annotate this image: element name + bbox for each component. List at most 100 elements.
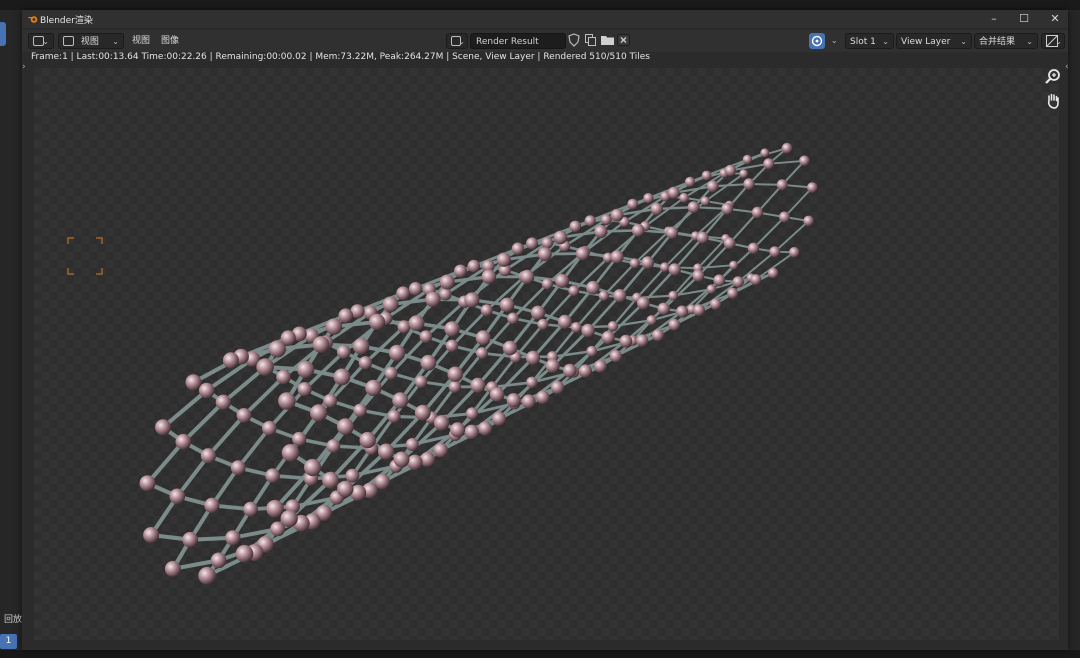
atom [182, 531, 198, 548]
atom [676, 305, 689, 318]
render-status-line: Frame:1 | Last:00:13.64 Time:00:22.26 | … [31, 52, 650, 62]
bond [697, 242, 731, 277]
fake-user-shield-icon[interactable] [568, 33, 582, 49]
atom [368, 313, 386, 330]
background-bottom-strip [0, 650, 1080, 658]
atom [143, 527, 160, 543]
atom [499, 297, 515, 313]
menu-image[interactable]: 图像 [161, 33, 179, 49]
bond [697, 264, 734, 270]
atom [420, 451, 436, 467]
bond [206, 414, 246, 457]
atom [668, 263, 681, 276]
atom [721, 202, 734, 215]
atom [696, 231, 709, 244]
atom [235, 544, 254, 563]
atom [679, 192, 689, 203]
atom [776, 179, 788, 191]
close-button[interactable]: ✕ [1040, 11, 1070, 27]
atom [243, 501, 258, 517]
atom [769, 246, 781, 258]
duplicate-icon[interactable] [584, 33, 598, 49]
menu-view[interactable]: 视图 [132, 33, 150, 49]
atom [724, 164, 737, 177]
bond [242, 375, 285, 417]
atom [526, 376, 538, 389]
atom [382, 296, 399, 313]
atom [723, 237, 736, 250]
atom [478, 421, 493, 436]
atom [464, 424, 480, 440]
image-name-field[interactable]: Render Result [470, 33, 566, 49]
atom [541, 278, 553, 290]
render-result-canvas[interactable] [34, 68, 1059, 640]
atom [555, 273, 570, 288]
crop-markers [67, 237, 103, 275]
atom [200, 448, 216, 464]
bond [236, 427, 271, 469]
atom [336, 345, 351, 359]
atom [155, 419, 171, 436]
window-titlebar[interactable]: Blender渲染 – ☐ ✕ [22, 10, 1068, 28]
atom [365, 379, 382, 397]
unlink-x-icon[interactable] [617, 33, 631, 49]
atom [387, 409, 401, 423]
atom [492, 411, 507, 426]
display-channels-dropdown[interactable]: ⌄ [1041, 33, 1065, 49]
atom [594, 359, 607, 373]
atom [700, 196, 710, 206]
chevron-down-icon: ⌄ [1055, 37, 1062, 46]
background-frame-number[interactable]: 1 [0, 634, 17, 649]
minimize-button[interactable]: – [979, 11, 1009, 27]
atom [668, 318, 681, 331]
view-layer-dropdown[interactable]: View Layer ⌄ [896, 33, 972, 49]
atom [175, 433, 192, 450]
atom [763, 158, 775, 170]
atom [665, 226, 679, 239]
atom [643, 193, 654, 204]
atom [693, 304, 705, 316]
atom [767, 267, 779, 279]
atom [337, 418, 354, 435]
view-layer-label: View Layer [901, 37, 951, 47]
atom [537, 318, 549, 330]
atom [414, 404, 431, 421]
slot-dropdown[interactable]: Slot 1 ⌄ [845, 33, 894, 49]
sidebar-toggle-icon[interactable]: ‹ [1065, 62, 1069, 72]
editor-type-dropdown[interactable]: ⌄ [28, 33, 54, 49]
pan-hand-icon[interactable] [1044, 92, 1062, 110]
atom [569, 220, 582, 233]
atom [563, 363, 577, 378]
atom [729, 260, 739, 270]
image-browse-dropdown[interactable]: ⌄ [446, 33, 468, 49]
background-active-tab[interactable] [0, 22, 6, 46]
atom [408, 315, 425, 331]
background-bottom-label: 回放 [4, 615, 23, 625]
atom [215, 394, 231, 410]
chevron-down-icon: ⌄ [458, 37, 465, 46]
view-mode-dropdown[interactable]: 视图 ⌄ [58, 33, 124, 49]
maximize-button[interactable]: ☐ [1009, 11, 1039, 27]
background-right-panel [1066, 10, 1080, 658]
atom [520, 269, 535, 284]
render-pass-dropdown[interactable]: 合并结果 ⌄ [974, 33, 1038, 49]
atom [536, 390, 550, 405]
atom [747, 242, 760, 254]
atom [480, 304, 493, 317]
atom [575, 246, 590, 261]
atom [265, 468, 280, 484]
atom [742, 154, 753, 165]
atom [610, 208, 624, 222]
atom [739, 169, 749, 179]
atom [262, 420, 277, 436]
chevron-down-icon: ⌄ [1026, 37, 1033, 46]
open-folder-icon[interactable] [600, 33, 616, 49]
zoom-icon[interactable] [1044, 68, 1062, 86]
view-image-icon [63, 36, 74, 46]
atom [256, 358, 274, 376]
gizmo-toggle[interactable]: ⌄ [809, 33, 843, 49]
toolbar-toggle-icon[interactable]: › [22, 62, 26, 72]
bond [774, 220, 810, 253]
atom [799, 155, 810, 167]
atom [338, 308, 354, 323]
